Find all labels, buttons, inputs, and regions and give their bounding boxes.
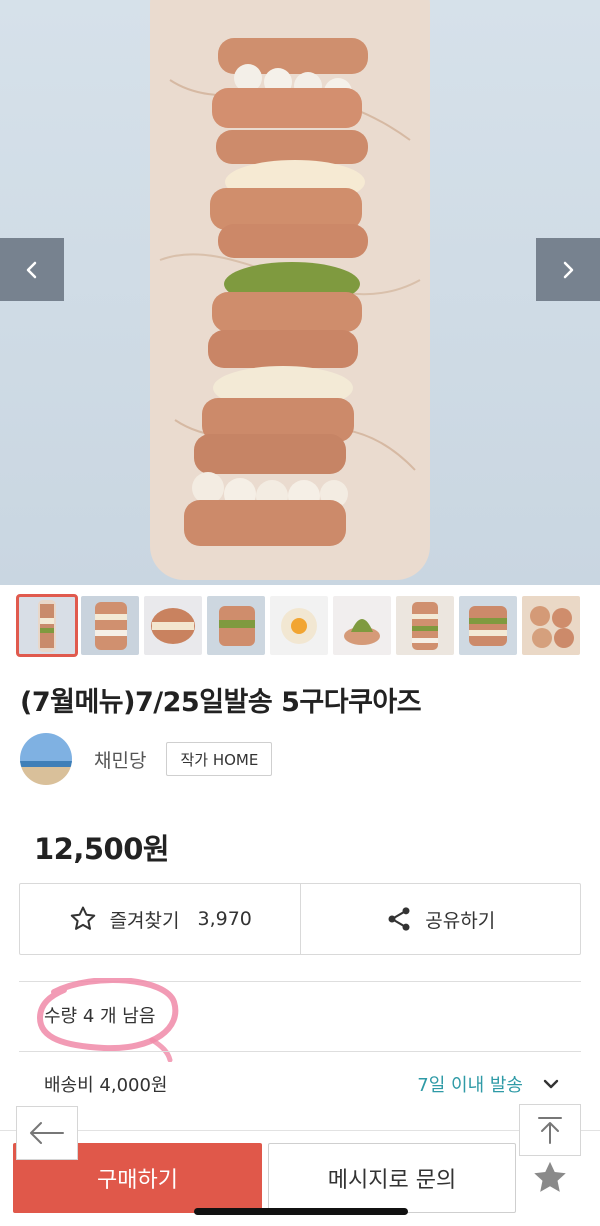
thumbnail-9[interactable] [522,596,580,655]
home-indicator [194,1208,408,1215]
share-label: 공유하기 [425,909,496,932]
prev-image-button[interactable] [0,238,64,301]
thumbnail-strip [16,594,580,657]
shipping-row[interactable]: 배송비 4,000원 7일 이내 발송 [44,1071,559,1097]
favorite-button[interactable]: 즐겨찾기 3,970 [20,884,300,954]
message-inquiry-button[interactable]: 메시지로 문의 [268,1143,516,1213]
artist-row: 채민당 작가 HOME [20,733,273,785]
thumbnail-8[interactable] [459,596,517,655]
artist-home-button[interactable]: 작가 HOME [166,742,273,776]
arrow-up-to-top-icon [538,1117,562,1144]
thumbnail-2[interactable] [81,596,139,655]
star-outline-icon [70,906,95,930]
dacquoise-stack-photo [150,0,430,580]
thumbnail-3[interactable] [144,596,202,655]
thumbnail-1[interactable] [16,594,78,657]
product-price: 12,500원 [34,832,170,866]
divider [19,1051,581,1052]
favorite-label: 즐겨찾기 [109,909,180,932]
artist-avatar[interactable] [20,733,72,785]
share-icon [388,907,410,931]
thumbnail-5[interactable] [270,596,328,655]
artist-name[interactable]: 채민당 [94,746,146,773]
arrow-left-icon [30,1122,64,1144]
next-image-button[interactable] [536,238,600,301]
thumbnail-7[interactable] [396,596,454,655]
share-button[interactable]: 공유하기 [299,884,581,954]
scroll-top-button[interactable] [519,1104,581,1156]
back-button[interactable] [16,1106,78,1160]
thumbnail-4[interactable] [207,596,265,655]
stock-remaining: 수량 4 개 남음 [44,1006,156,1027]
chevron-left-icon [26,261,37,278]
favorite-count: 3,970 [197,908,252,930]
product-hero-image [0,0,600,585]
chevron-right-icon [563,261,574,278]
chevron-down-icon [543,1079,559,1089]
shipping-eta: 7일 이내 발송 [417,1075,523,1096]
thumbnail-6[interactable] [333,596,391,655]
favorite-share-box: 즐겨찾기 3,970 공유하기 [19,883,581,955]
product-title: (7월메뉴)7/25일발송 5구다쿠아즈 [20,687,422,718]
star-filled-icon[interactable] [528,1157,572,1199]
shipping-fee: 배송비 4,000원 [44,1075,168,1096]
